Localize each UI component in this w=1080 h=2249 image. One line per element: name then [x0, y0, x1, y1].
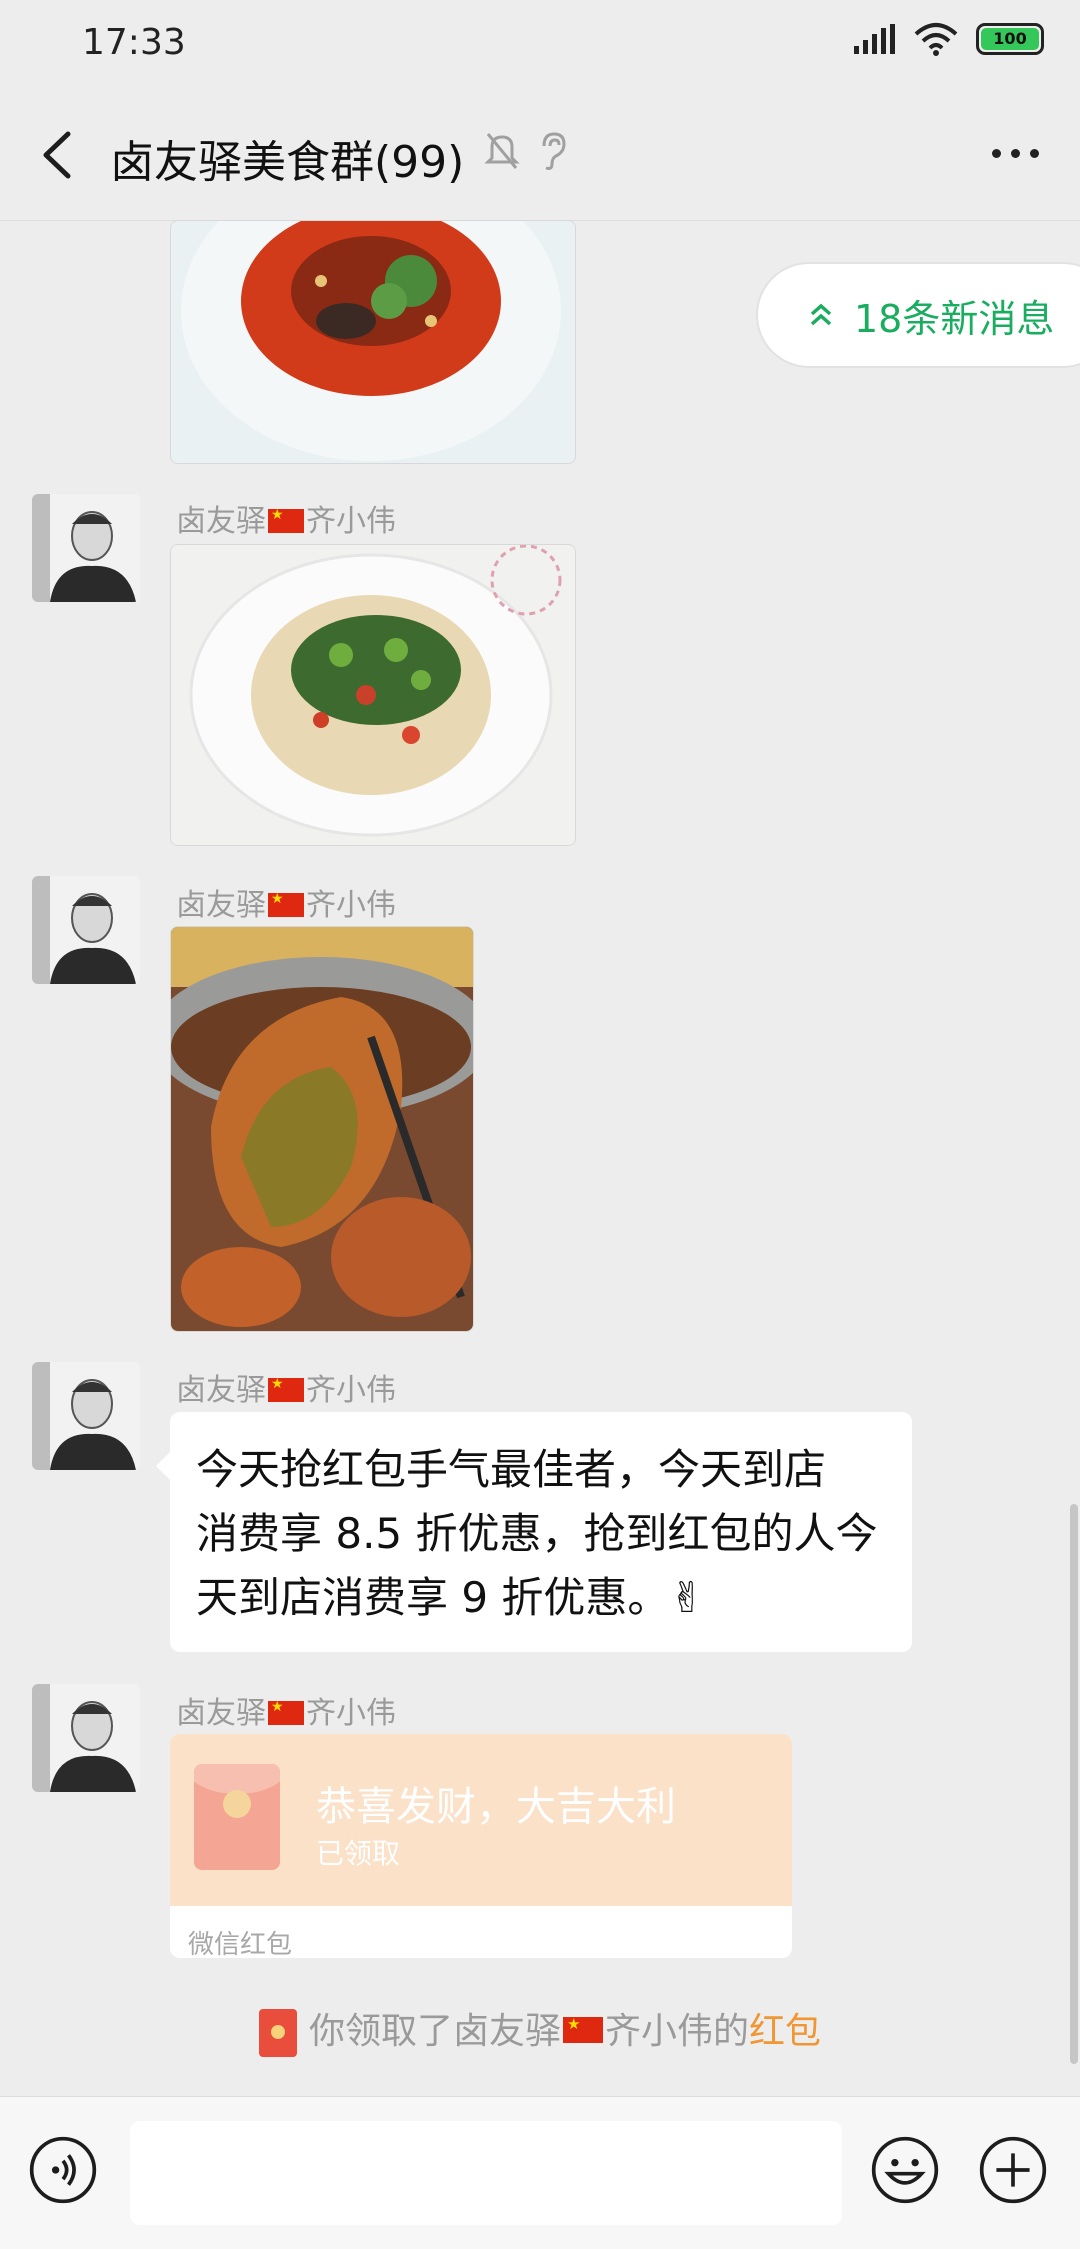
back-arrow-icon[interactable]	[30, 122, 90, 188]
china-flag-icon	[562, 2015, 603, 2043]
battery-level: 100	[993, 29, 1027, 48]
status-time: 17:33	[82, 22, 186, 63]
earpiece-icon	[542, 132, 566, 170]
chat-header: 卤友驿美食群(99)	[0, 90, 1080, 221]
new-messages-label: 18条新消息	[854, 296, 1055, 341]
wifi-icon	[914, 23, 958, 56]
red-packet-wish: 恭喜发财，大吉大利	[316, 1784, 676, 1830]
china-flag-icon	[268, 1699, 304, 1725]
more-options-button[interactable]	[980, 118, 1050, 188]
message-line: 天到店消费享 9 折优惠。✌	[196, 1573, 705, 1622]
red-packet-footer: 微信红包	[188, 1930, 293, 1958]
system-notice: 你领取了卤友驿齐小伟的红包	[0, 2002, 1080, 2057]
avatar[interactable]	[32, 1362, 140, 1470]
red-packet-card[interactable]: 恭喜发财，大吉大利 已领取 微信红包	[170, 1734, 792, 1958]
input-bar	[0, 2096, 1080, 2249]
china-flag-icon	[268, 507, 304, 533]
red-packet-status: 已领取	[316, 1837, 401, 1870]
dot-icon	[1010, 148, 1020, 158]
signal-icon	[854, 24, 895, 54]
dot-icon	[991, 148, 1001, 158]
scrollbar[interactable]	[1070, 1504, 1078, 2064]
message-line: 消费享 8.5 折优惠，抢到红包的人今	[196, 1509, 878, 1558]
double-chevron-up-icon	[810, 303, 832, 326]
avatar[interactable]	[32, 876, 140, 984]
avatar[interactable]	[32, 494, 140, 602]
chat-title[interactable]: 卤友驿美食群(99)	[110, 126, 464, 190]
mute-bell-icon	[484, 133, 520, 169]
chat-image-braised-duck[interactable]	[170, 926, 474, 1332]
china-flag-icon	[268, 891, 304, 917]
battery-icon: 100	[976, 23, 1044, 55]
add-icon[interactable]	[978, 2135, 1048, 2205]
red-envelope-icon	[194, 1764, 280, 1870]
red-packet-link[interactable]: 红包	[749, 2011, 821, 2052]
new-messages-button[interactable]: 18条新消息	[756, 262, 1080, 368]
sender-name: 卤友驿齐小伟	[176, 880, 396, 924]
sender-name: 卤友驿齐小伟	[176, 1365, 396, 1409]
message-line: 今天抢红包手气最佳者，今天到店	[196, 1445, 827, 1494]
sender-name: 卤友驿齐小伟	[176, 1688, 396, 1732]
status-icons: 100	[854, 22, 1044, 56]
china-flag-icon	[268, 1376, 304, 1402]
dot-icon	[1029, 148, 1039, 158]
avatar[interactable]	[32, 1684, 140, 1792]
sender-name: 卤友驿齐小伟	[176, 496, 396, 540]
chat-image-okra-dish[interactable]	[170, 544, 576, 846]
text-message-bubble[interactable]: 今天抢红包手气最佳者，今天到店 消费享 8.5 折优惠，抢到红包的人今 天到店消…	[156, 1412, 912, 1652]
chat-image-spicy-dish[interactable]	[170, 220, 576, 464]
message-input[interactable]	[130, 2121, 842, 2225]
emoji-icon[interactable]	[870, 2135, 940, 2205]
status-bar: 17:33 100	[0, 0, 1080, 90]
red-packet-icon	[258, 2009, 297, 2057]
voice-input-icon[interactable]	[28, 2135, 98, 2205]
